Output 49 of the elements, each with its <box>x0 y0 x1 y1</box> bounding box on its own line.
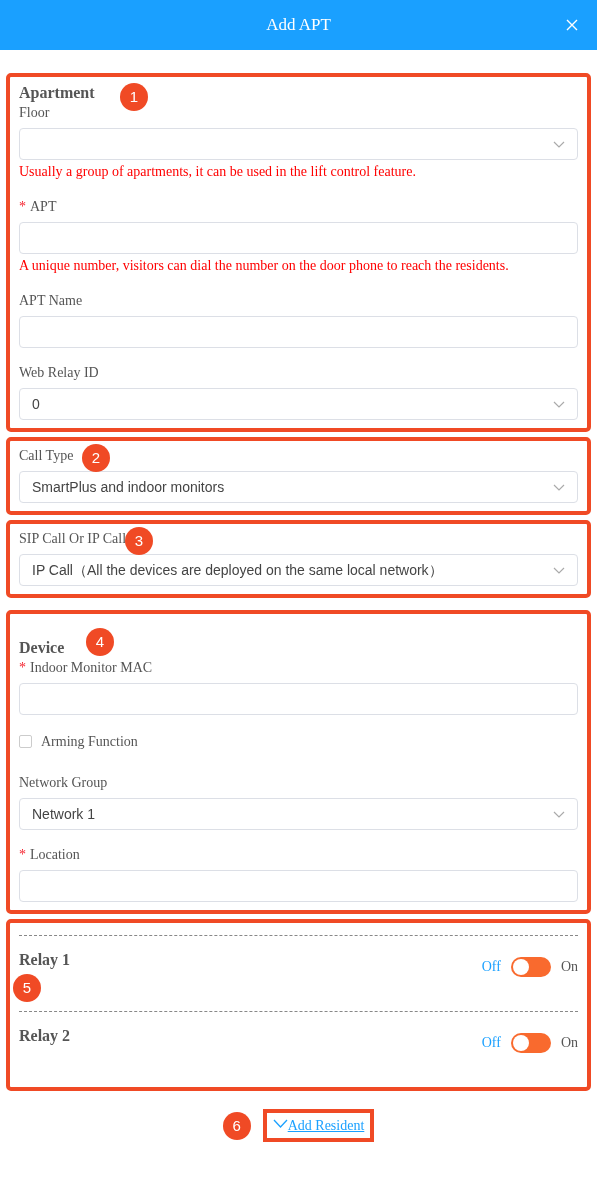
switch-off-label: Off <box>481 958 501 976</box>
field-label: APT <box>30 199 57 214</box>
toggle-switch[interactable] <box>510 956 551 977</box>
callout-number: 3 <box>125 527 153 555</box>
dropdown[interactable]: IP Call（All the devices are deployed on the same local network） <box>19 554 578 586</box>
input-field[interactable] <box>19 222 578 254</box>
section-heading: Device <box>19 639 65 657</box>
toggle-switch[interactable] <box>510 1032 551 1053</box>
dropdown[interactable]: SmartPlus and indoor monitors <box>19 471 578 503</box>
field-label: Indoor Monitor MAC <box>30 660 153 675</box>
dropdown[interactable]: 0 <box>19 388 578 420</box>
helper-text: A unique number, visitors can dial the number on the door phone to reach the residents. <box>19 257 510 275</box>
input-field[interactable] <box>19 870 578 902</box>
required-mark: * <box>19 660 26 675</box>
callout-number: 5 <box>13 974 41 1002</box>
required-mark: * <box>19 847 26 862</box>
dropdown[interactable] <box>19 128 578 160</box>
switch-on-label: On <box>560 958 578 976</box>
field-label: Location <box>30 847 80 862</box>
dialog-title: Add APT <box>266 14 331 36</box>
relay-label: Relay 2 <box>19 1026 71 1047</box>
field-label: SIP Call Or IP Call <box>19 531 127 546</box>
callout-number: 6 <box>222 1111 251 1140</box>
chevron-down-icon <box>553 810 565 818</box>
input-field[interactable] <box>19 316 578 348</box>
chevron-down-icon <box>553 566 565 574</box>
chevron-down-icon <box>553 140 565 148</box>
field-label: Network Group <box>19 775 108 790</box>
close-button[interactable] <box>565 18 579 32</box>
helper-text: Usually a group of apartments, it can be used in the lift control feature. <box>19 163 417 181</box>
chevron-down-icon <box>553 483 565 491</box>
chevron-down-icon <box>272 1119 288 1128</box>
field-label: Floor <box>19 105 50 120</box>
field-label: Call Type <box>19 448 74 463</box>
field-label: APT Name <box>19 293 83 308</box>
required-mark: * <box>19 199 26 214</box>
section-heading: Apartment <box>19 84 95 102</box>
callout-number: 2 <box>82 444 110 472</box>
switch-on-label: On <box>560 1034 578 1052</box>
field-label: Web Relay ID <box>19 365 99 380</box>
dropdown[interactable]: Network 1 <box>19 798 578 830</box>
switch-off-label: Off <box>481 1034 501 1052</box>
callout-number: 4 <box>86 628 114 656</box>
callout-number: 1 <box>120 83 148 111</box>
checkbox[interactable] <box>19 735 32 748</box>
relay-label: Relay 1 <box>19 950 71 971</box>
checkbox-label: Arming Function <box>41 734 138 749</box>
chevron-down-icon <box>553 400 565 408</box>
input-field[interactable] <box>19 683 578 715</box>
